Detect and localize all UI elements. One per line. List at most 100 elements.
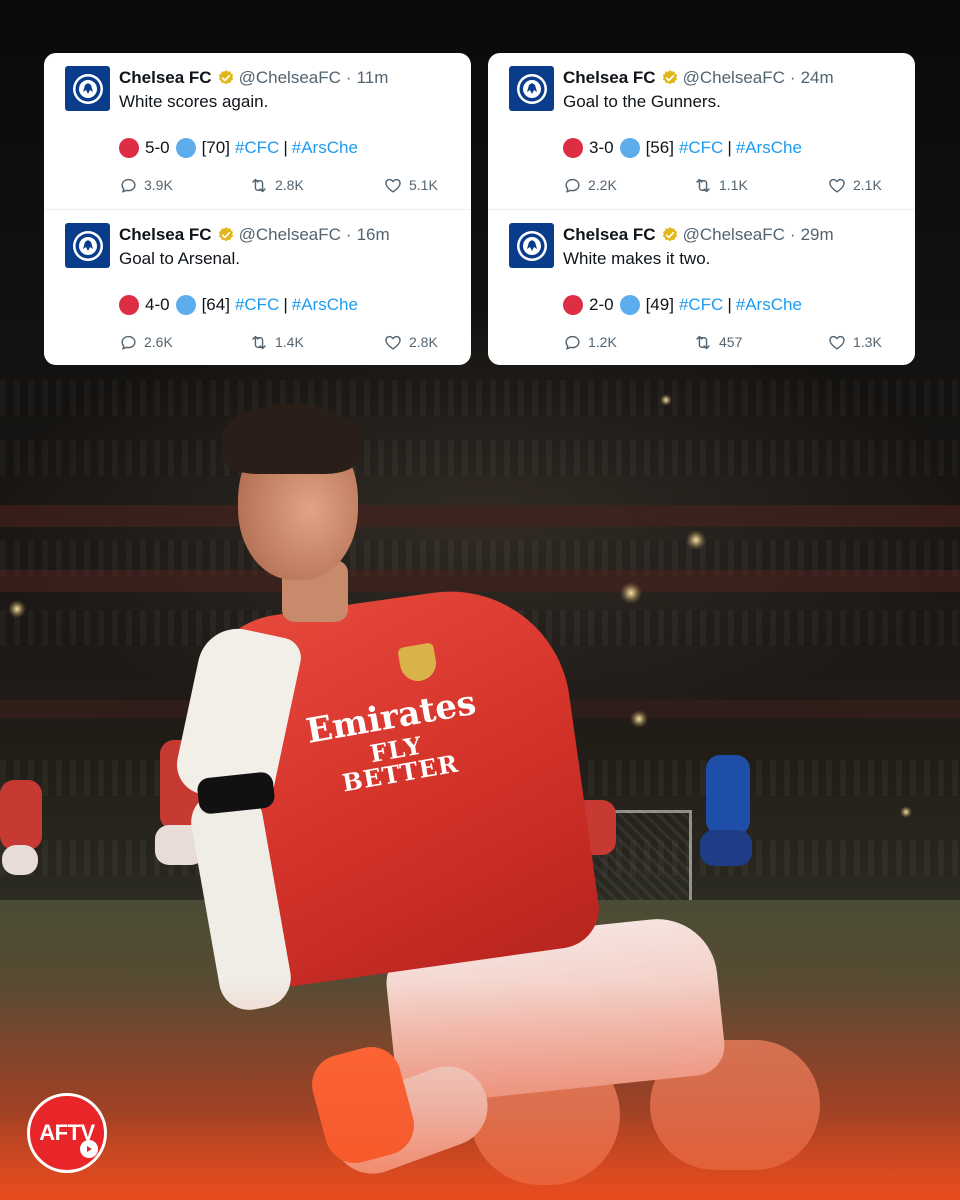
like-count: 5.1K — [409, 177, 438, 193]
tweet-text: Goal to the Gunners. — [563, 92, 721, 111]
chelsea-crest-avatar[interactable] — [509, 223, 554, 268]
score-line: 4-0 [64] #CFC | #ArsChe — [119, 293, 358, 317]
account-handle[interactable]: @ChelseaFC — [239, 68, 341, 88]
player-hair — [222, 404, 360, 474]
tweet-actions: 3.9K 2.8K 5.1K — [119, 174, 441, 196]
verified-badge-icon — [217, 69, 235, 87]
bottom-glow — [0, 980, 960, 1200]
account-handle[interactable]: @ChelseaFC — [683, 68, 785, 88]
like-count: 2.8K — [409, 334, 438, 350]
tweet-header: Chelsea FC @ChelseaFC · 16m — [119, 224, 390, 246]
reply-button[interactable]: 2.6K — [119, 331, 173, 353]
retweet-button[interactable]: 2.8K — [249, 174, 304, 196]
tweet-actions: 2.6K 1.4K 2.8K — [119, 331, 441, 353]
account-name[interactable]: Chelsea FC — [119, 225, 212, 245]
separator-dot: · — [345, 68, 352, 87]
tweet-text: White makes it two. — [563, 249, 711, 268]
reply-button[interactable]: 3.9K — [119, 174, 173, 196]
reply-count: 1.2K — [588, 334, 617, 350]
tweet[interactable]: Chelsea FC @ChelseaFC · 16m Goal to Arse… — [44, 209, 471, 365]
red-circle-icon — [119, 138, 139, 158]
chelsea-crest-avatar[interactable] — [509, 66, 554, 111]
account-name[interactable]: Chelsea FC — [119, 68, 212, 88]
hashtag-divider: | — [727, 295, 732, 314]
retweet-button[interactable]: 1.4K — [249, 331, 304, 353]
match-minute: [56] — [645, 138, 674, 157]
tweet-header: Chelsea FC @ChelseaFC · 11m — [119, 67, 388, 89]
account-handle[interactable]: @ChelseaFC — [683, 225, 785, 245]
tweet-actions: 2.2K 1.1K 2.1K — [563, 174, 885, 196]
tweet-header: Chelsea FC @ChelseaFC · 24m — [563, 67, 834, 89]
reply-icon — [121, 335, 136, 350]
chelsea-crest-avatar[interactable] — [65, 66, 110, 111]
retweet-count: 2.8K — [275, 177, 304, 193]
play-icon — [80, 1140, 98, 1158]
tweet-text: Goal to Arsenal. — [119, 249, 240, 268]
retweet-count: 1.4K — [275, 334, 304, 350]
verified-badge-icon — [217, 226, 235, 244]
hashtag-cfc[interactable]: #CFC — [235, 138, 279, 158]
timestamp[interactable]: 16m — [357, 225, 390, 245]
match-minute: [70] — [201, 138, 230, 157]
like-button[interactable]: 1.3K — [827, 331, 882, 353]
account-name[interactable]: Chelsea FC — [563, 225, 656, 245]
tweet[interactable]: Chelsea FC @ChelseaFC · 24m Goal to the … — [488, 53, 915, 209]
account-name[interactable]: Chelsea FC — [563, 68, 656, 88]
chelsea-crest-icon — [72, 230, 103, 261]
retweet-button[interactable]: 457 — [693, 331, 742, 353]
reply-button[interactable]: 2.2K — [563, 174, 617, 196]
blue-circle-icon — [619, 295, 640, 315]
hashtag-cfc[interactable]: #CFC — [235, 295, 279, 315]
reply-button[interactable]: 1.2K — [563, 331, 617, 353]
heart-icon — [385, 178, 401, 193]
chelsea-crest-icon — [516, 230, 547, 261]
hashtag-arsche[interactable]: #ArsChe — [292, 295, 358, 315]
match-minute: [49] — [645, 295, 674, 314]
tweet[interactable]: Chelsea FC @ChelseaFC · 11m White scores… — [44, 53, 471, 209]
red-circle-icon — [563, 138, 583, 158]
tweet-actions: 1.2K 457 1.3K — [563, 331, 885, 353]
hashtag-arsche[interactable]: #ArsChe — [292, 138, 358, 158]
hashtag-arsche[interactable]: #ArsChe — [736, 138, 802, 158]
tweet-text: White scores again. — [119, 92, 269, 111]
heart-icon — [385, 335, 401, 350]
hashtag-cfc[interactable]: #CFC — [679, 138, 723, 158]
score-line: 3-0 [56] #CFC | #ArsChe — [563, 136, 802, 160]
reply-icon — [565, 178, 580, 193]
hashtag-arsche[interactable]: #ArsChe — [736, 295, 802, 315]
hashtag-cfc[interactable]: #CFC — [679, 295, 723, 315]
like-count: 1.3K — [853, 334, 882, 350]
verified-badge-icon — [661, 69, 679, 87]
reply-count: 2.2K — [588, 177, 617, 193]
chelsea-crest-avatar[interactable] — [65, 223, 110, 268]
blue-circle-icon — [175, 295, 196, 315]
account-handle[interactable]: @ChelseaFC — [239, 225, 341, 245]
hashtag-divider: | — [727, 138, 732, 157]
retweet-count: 1.1K — [719, 177, 748, 193]
red-circle-icon — [563, 295, 583, 315]
score-line: 2-0 [49] #CFC | #ArsChe — [563, 293, 802, 317]
like-button[interactable]: 5.1K — [383, 174, 438, 196]
timestamp[interactable]: 24m — [801, 68, 834, 88]
reply-count: 3.9K — [144, 177, 173, 193]
separator-dot: · — [345, 225, 352, 244]
retweet-button[interactable]: 1.1K — [693, 174, 748, 196]
blue-circle-icon — [619, 138, 640, 158]
timestamp[interactable]: 29m — [801, 225, 834, 245]
reply-count: 2.6K — [144, 334, 173, 350]
like-button[interactable]: 2.1K — [827, 174, 882, 196]
retweet-icon — [696, 335, 710, 349]
red-circle-icon — [119, 295, 139, 315]
heart-icon — [829, 178, 845, 193]
like-button[interactable]: 2.8K — [383, 331, 438, 353]
score-line: 5-0 [70] #CFC | #ArsChe — [119, 136, 358, 160]
hashtag-divider: | — [283, 138, 288, 157]
tweet-header: Chelsea FC @ChelseaFC · 29m — [563, 224, 834, 246]
hashtag-divider: | — [283, 295, 288, 314]
reply-icon — [565, 335, 580, 350]
retweet-count: 457 — [719, 334, 743, 350]
chelsea-crest-icon — [516, 73, 547, 104]
score: 5-0 — [145, 138, 170, 157]
tweet[interactable]: Chelsea FC @ChelseaFC · 29m White makes … — [488, 209, 915, 365]
timestamp[interactable]: 11m — [357, 68, 389, 88]
